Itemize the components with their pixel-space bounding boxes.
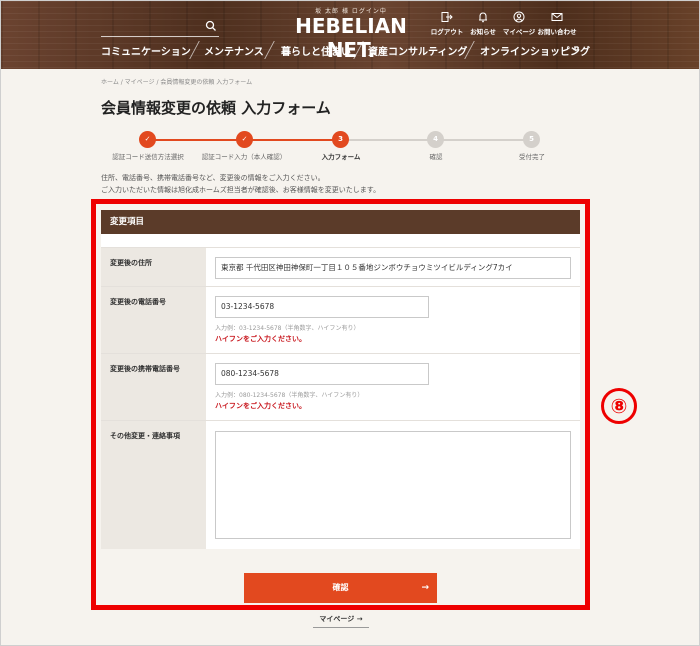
- step-connector: [341, 139, 435, 141]
- intro-text: 住所、電話番号、携帯電話番号など、変更後の情報をご入力ください。 ご入力いただい…: [101, 172, 380, 196]
- step-1-label: 認証コード送信方法選択: [112, 153, 184, 161]
- step-3-label: 入力フォーム: [321, 153, 361, 161]
- annotation-number: ⑧: [601, 388, 637, 424]
- logout-icon: [441, 12, 453, 22]
- step-connector: [148, 139, 244, 141]
- annotation-highlight-box: [91, 199, 590, 610]
- step-5-number: 5: [523, 131, 540, 148]
- page-title: 会員情報変更の依頼 入力フォーム: [101, 99, 331, 117]
- intro-line-1: 住所、電話番号、携帯電話番号など、変更後の情報をご入力ください。: [101, 174, 325, 182]
- nav-living[interactable]: 暮らしと住まい: [281, 43, 351, 58]
- progress-stepper: ✓ ✓ 3 4 5 認証コード送信方法選択 認証コード入力（本人確認） 入力フォ…: [101, 129, 581, 165]
- nav-maintenance[interactable]: メンテナンス: [204, 43, 264, 58]
- step-2-check-icon: ✓: [236, 131, 253, 148]
- bell-icon: [479, 12, 487, 23]
- step-connector: [244, 139, 341, 141]
- nav-separator: [264, 41, 275, 59]
- mypage-link[interactable]: マイページ →: [313, 614, 369, 628]
- news-label: お知らせ: [470, 28, 496, 36]
- mypage-header-label: マイページ: [502, 28, 536, 36]
- logout-label: ログアウト: [430, 28, 464, 36]
- external-link-icon: ⧉: [574, 45, 579, 53]
- contact-label: お問い合わせ: [537, 28, 577, 36]
- site-header: 坂 太郎 様 ログイン中 HEBELIAN NET. ログアウト お知らせ マイ…: [1, 1, 699, 69]
- mail-icon: [551, 13, 563, 21]
- nav-communication[interactable]: コミュニケーション: [101, 43, 191, 58]
- step-1-check-icon: ✓: [139, 131, 156, 148]
- nav-separator: [353, 41, 364, 59]
- step-4-label: 確認: [429, 153, 443, 161]
- search-icon[interactable]: [205, 20, 217, 32]
- breadcrumb[interactable]: ホーム / マイページ / 会員情報変更の依頼 入力フォーム: [101, 77, 252, 86]
- nav-asset-consulting[interactable]: 資産コンサルティング: [368, 43, 467, 58]
- step-connector: [435, 139, 531, 141]
- main-navigation: コミュニケーション メンテナンス 暮らしと住まい 資産コンサルティング オンライ…: [96, 41, 596, 61]
- step-4-number: 4: [427, 131, 444, 148]
- step-5-label: 受付完了: [519, 153, 545, 161]
- step-3-number: 3: [332, 131, 349, 148]
- user-icon: [513, 11, 525, 23]
- contact-link[interactable]: お問い合わせ: [535, 11, 579, 36]
- step-2-label: 認証コード入力（本人確認）: [201, 153, 287, 161]
- search-input[interactable]: [101, 19, 219, 37]
- page-frame: 坂 太郎 様 ログイン中 HEBELIAN NET. ログアウト お知らせ マイ…: [0, 0, 700, 646]
- intro-line-2: ご入力いただいた情報は旭化成ホームズ担当者が確認後、お客様情報を変更いたします。: [101, 186, 381, 194]
